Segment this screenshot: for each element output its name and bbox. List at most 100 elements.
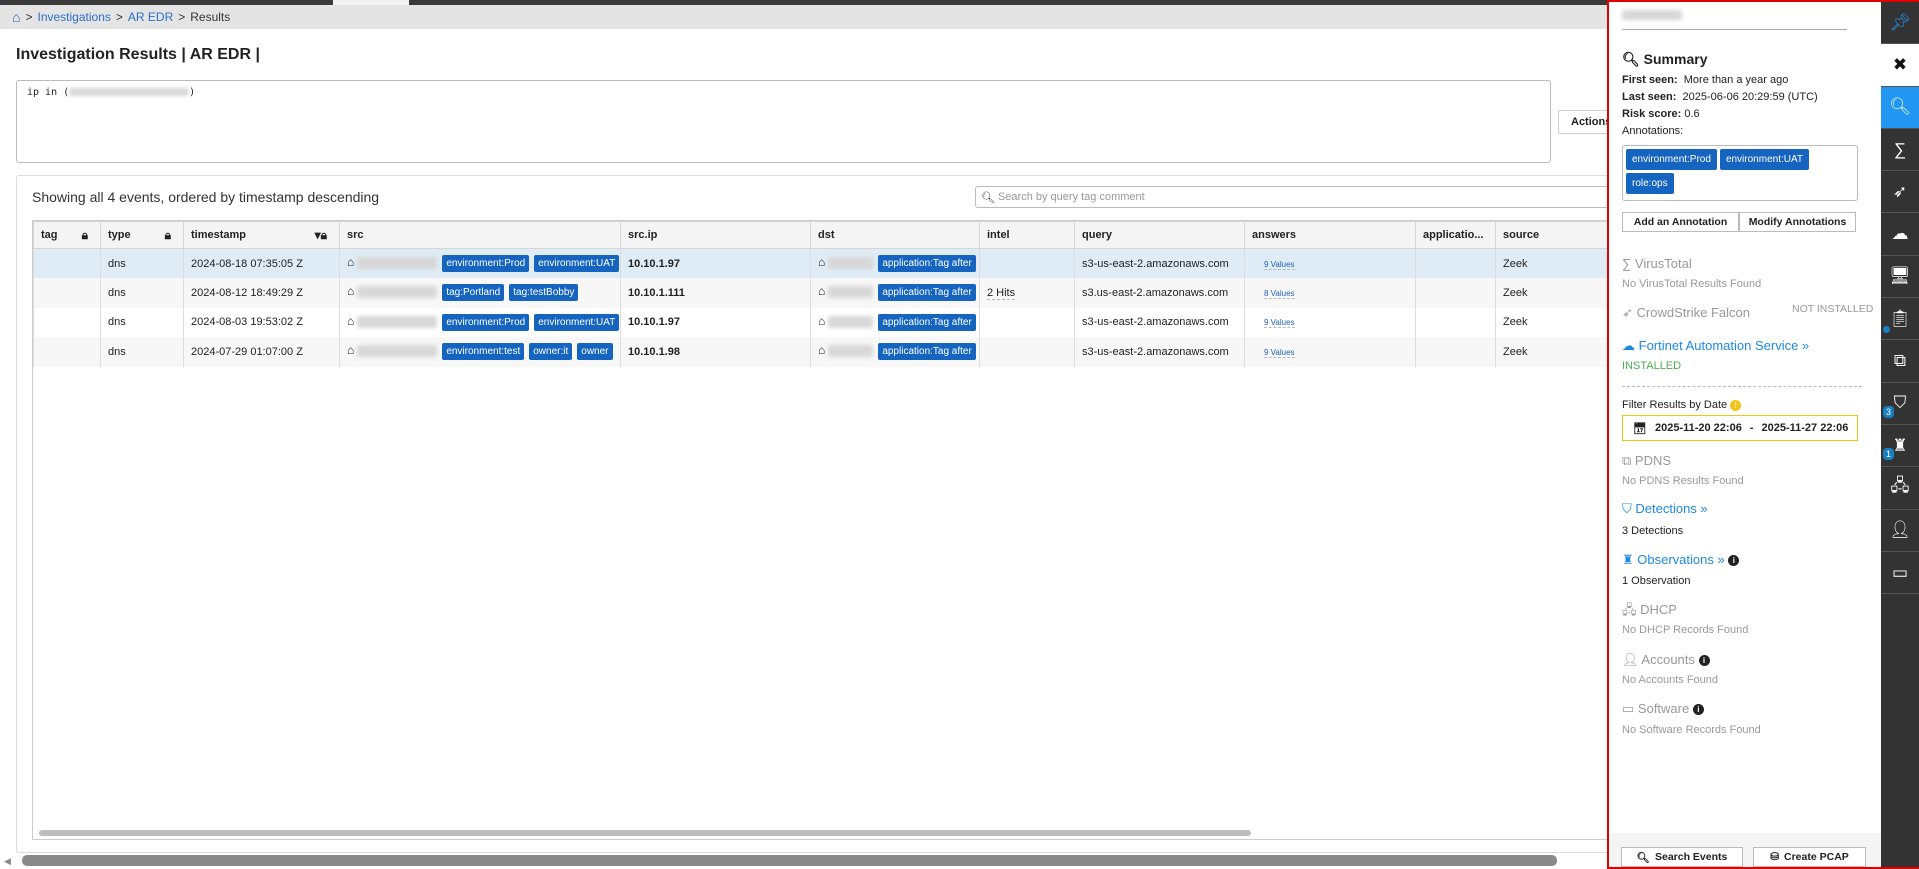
src-tag[interactable]: environment:UAT — [534, 313, 620, 331]
observations-link[interactable]: ♜ Observations » i — [1622, 552, 1740, 568]
date-range-picker[interactable]: 📅︎ 2025-11-20 22:06-2025-11-27 22:06 — [1622, 415, 1858, 441]
unpin-icon[interactable]: 📌︎ — [1881, 2, 1919, 45]
cell-answers[interactable]: 9 Values — [1244, 248, 1416, 278]
cloud-icon: ☁ — [1622, 338, 1635, 353]
info-icon: i — [1728, 555, 1740, 567]
annotation-buttons: Add an Annotation Modify Annotations — [1622, 212, 1856, 232]
annotation-tag[interactable]: role:ops — [1626, 173, 1674, 194]
virustotal-sigma-icon[interactable]: ∑ — [1881, 129, 1919, 172]
breadcrumb-results: Results — [190, 10, 231, 24]
cell-intel[interactable] — [979, 307, 1075, 337]
search-icon: 🔍︎ — [1622, 51, 1640, 67]
home-icon[interactable]: ⌂ — [12, 9, 20, 25]
icon-sidebar: 📌︎ ✖ 🔍︎ ∑ ➶ ☁ 🖥︎ 📋︎ ⧉ ⛉ 3 ♜ 1 🖧︎ 👤︎ ▭ — [1881, 2, 1919, 867]
cell-tag — [33, 337, 101, 367]
modify-annotations-button[interactable]: Modify Annotations — [1739, 212, 1856, 232]
crowdstrike-status: NOT INSTALLED — [1792, 303, 1874, 315]
src-tag[interactable]: environment:UAT — [534, 255, 620, 272]
column-header-timestamp[interactable]: timestamp ▾🔒︎ — [183, 221, 340, 249]
sort-desc-lock-icon[interactable]: ▾🔒︎ — [315, 228, 327, 243]
table-row[interactable]: dns 2024-08-18 07:35:05 Z ⌂ environment:… — [33, 248, 1609, 278]
src-tag[interactable]: environment:Prod — [442, 255, 530, 272]
info-icon: i — [1698, 655, 1710, 667]
breadcrumb-investigations[interactable]: Investigations — [37, 10, 110, 24]
network-icon: ⧉ — [1622, 453, 1632, 468]
search-events-button[interactable]: 🔍︎ Search Events — [1621, 847, 1743, 867]
src-tag[interactable]: owner — [577, 343, 613, 361]
fortinet-cloud-icon[interactable]: ☁ — [1881, 213, 1919, 256]
cell-dst: ⌂ application:Tag after — [810, 248, 980, 278]
user-icon[interactable]: 👤︎ — [1881, 510, 1919, 552]
query-prefix: ip in ( — [27, 87, 70, 98]
annotation-tag[interactable]: environment:Prod — [1626, 149, 1717, 170]
add-annotation-button[interactable]: Add an Annotation — [1622, 212, 1739, 232]
crowdstrike-falcon-icon[interactable]: ➶ — [1881, 171, 1919, 214]
redacted-src — [357, 286, 438, 299]
column-header-dst[interactable]: dst — [810, 221, 980, 249]
dst-tag[interactable]: application:Tag after — [878, 313, 976, 331]
database-icon: ⛁ — [1770, 851, 1780, 863]
detections-badge: 3 — [1883, 405, 1895, 418]
page-title: Investigation Results | AR EDR | — [16, 46, 260, 63]
dst-tag[interactable]: application:Tag after — [878, 284, 976, 302]
cell-intel[interactable]: 2 Hits — [979, 278, 1075, 308]
window-icon[interactable]: ▭ — [1881, 552, 1919, 595]
annotations-label: Annotations: — [1622, 125, 1684, 137]
src-tag[interactable]: environment:test — [442, 343, 525, 361]
shield-icon: ⛉ — [1622, 501, 1632, 516]
cell-dst: ⌂ application:Tag after — [810, 337, 980, 367]
breadcrumb-separator: > — [178, 10, 186, 24]
column-header-answers[interactable]: answers — [1244, 221, 1416, 249]
summary-search-icon[interactable]: 🔍︎ — [1881, 86, 1919, 129]
table-row[interactable]: dns 2024-08-03 19:53:02 Z ⌂ environment:… — [33, 307, 1609, 337]
src-tag[interactable]: tag:testBobby — [509, 284, 579, 302]
src-tag[interactable]: environment:Prod — [442, 313, 530, 331]
cell-answers[interactable]: 9 Values — [1244, 307, 1416, 337]
column-header-type[interactable]: type 🔒︎ — [100, 221, 184, 249]
src-tag[interactable]: tag:Portland — [442, 284, 505, 302]
annotation-tag[interactable]: environment:UAT — [1719, 149, 1810, 170]
observations-icon[interactable]: ♜ 1 — [1881, 425, 1919, 468]
cell-answers[interactable]: 8 Values — [1244, 278, 1416, 308]
column-header-application[interactable]: applicatio... — [1415, 221, 1496, 249]
table-row[interactable]: dns 2024-08-12 18:49:29 Z ⌂ tag:Portland… — [33, 278, 1609, 308]
cell-answers[interactable]: 9 Values — [1244, 337, 1416, 367]
crowdstrike-heading: ➶ CrowdStrike Falcon — [1622, 305, 1750, 320]
column-header-query[interactable]: query — [1074, 221, 1245, 249]
divider — [1622, 386, 1862, 387]
dhcp-icon[interactable]: 🖧︎ — [1881, 467, 1919, 510]
monitor-icon[interactable]: 🖥︎ — [1881, 256, 1919, 299]
cell-intel[interactable] — [979, 337, 1075, 367]
clipboard-icon[interactable]: 📋︎ — [1881, 298, 1919, 341]
search-input[interactable]: 🔍︎ Search by query tag comment — [975, 186, 1615, 208]
table-row[interactable]: dns 2024-07-29 01:07:00 Z ⌂ environment:… — [33, 337, 1609, 367]
cell-source: Zeek — [1495, 278, 1609, 308]
cell-tag — [33, 248, 101, 278]
column-header-intel[interactable]: intel — [979, 221, 1075, 249]
network-icon[interactable]: ⧉ — [1881, 340, 1919, 383]
last-seen: Last seen: 2025-06-06 20:29:59 (UTC) — [1622, 91, 1818, 103]
column-header-src-ip[interactable]: src.ip — [620, 221, 811, 249]
query-editor[interactable]: ip in () — [16, 80, 1551, 163]
dst-tag[interactable]: application:Tag after — [878, 343, 976, 361]
lock-icon[interactable]: 🔒︎ — [165, 228, 171, 243]
fortinet-link[interactable]: ☁ Fortinet Automation Service » — [1622, 338, 1809, 354]
column-header-source[interactable]: source — [1495, 221, 1609, 249]
dhcp-heading: 🖧︎ DHCP — [1622, 602, 1677, 617]
detections-shield-icon[interactable]: ⛉ 3 — [1881, 383, 1919, 425]
breadcrumb-ar-edr[interactable]: AR EDR — [128, 10, 173, 24]
src-tag[interactable]: owner:it — [529, 343, 573, 361]
close-icon[interactable]: ✖ — [1881, 44, 1919, 87]
scroll-left-arrow[interactable]: ◀ — [4, 856, 11, 867]
detections-link[interactable]: ⛉ Detections » — [1622, 501, 1708, 517]
page-horizontal-scrollbar[interactable] — [22, 855, 1557, 866]
lock-icon[interactable]: 🔒︎ — [82, 228, 88, 243]
create-pcap-button[interactable]: ⛁ Create PCAP — [1753, 847, 1866, 867]
column-header-src[interactable]: src — [339, 221, 621, 249]
dst-tag[interactable]: application:Tag after — [878, 255, 976, 272]
cell-intel[interactable] — [979, 248, 1075, 278]
results-summary: Showing all 4 events, ordered by timesta… — [32, 189, 380, 205]
table-horizontal-scrollbar[interactable] — [39, 830, 1251, 836]
column-header-tag[interactable]: tag 🔒︎ — [33, 221, 101, 249]
window-icon: ▭ — [1622, 701, 1635, 716]
